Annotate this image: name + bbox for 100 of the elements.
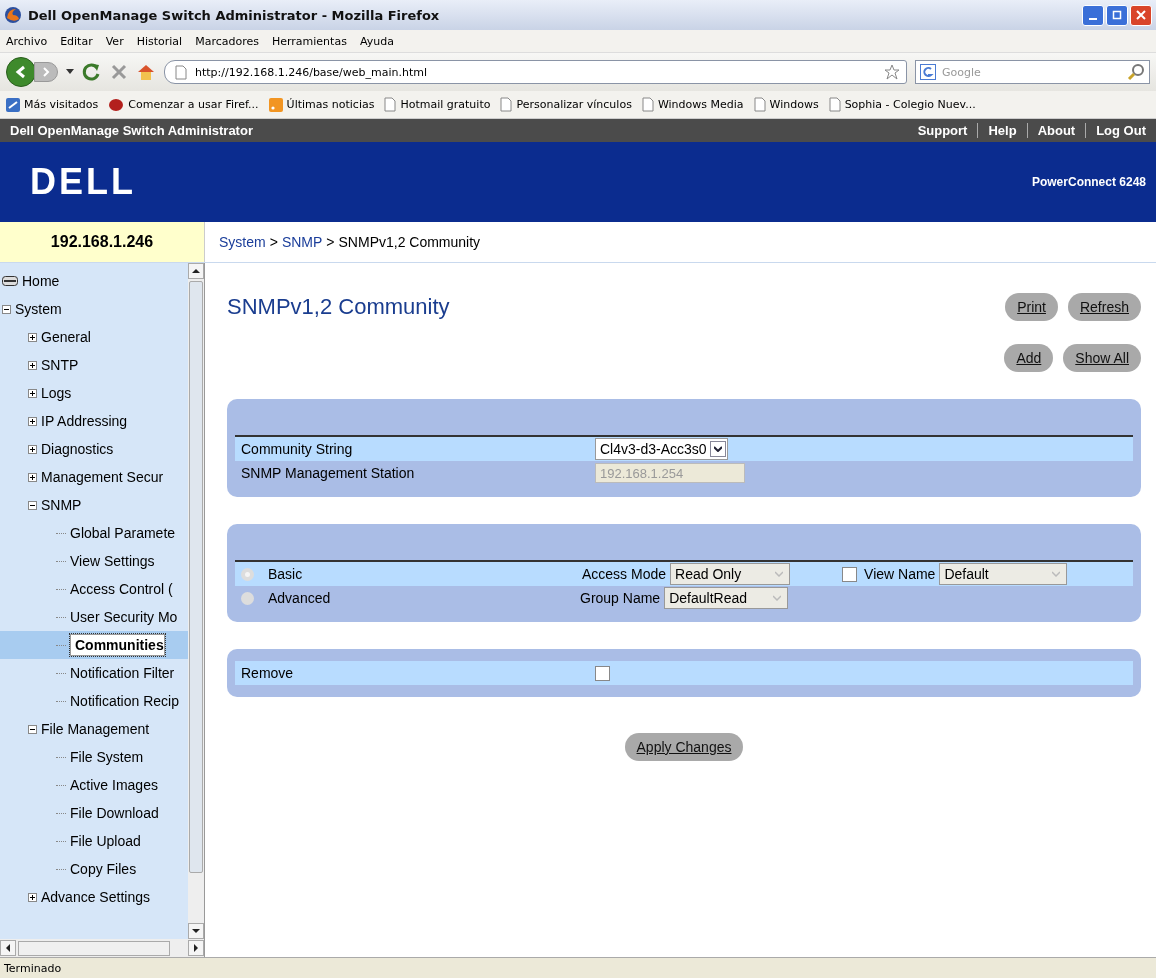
tree-item[interactable]: Advance Settings (41, 889, 150, 905)
tree-item[interactable]: Notification Recip (70, 693, 179, 709)
tree-item[interactable]: Diagnostics (41, 441, 114, 457)
tree-item[interactable]: SNTP (41, 357, 79, 373)
field-label: View Name (864, 566, 936, 582)
tree-toggle-icon[interactable] (28, 444, 37, 454)
radio-button[interactable] (241, 591, 254, 605)
field-label: Group Name (580, 590, 661, 606)
menu-item[interactable]: Historial (136, 34, 183, 48)
back-button[interactable] (6, 57, 36, 87)
vertical-scrollbar[interactable] (188, 263, 204, 939)
header-link[interactable]: Log Out (1085, 123, 1156, 138)
bookmark-link[interactable]: Windows Media (641, 97, 744, 112)
community-string-select[interactable]: Cl4v3-d3-Acc3s0 (595, 438, 728, 460)
scroll-right-icon[interactable] (194, 944, 198, 952)
search-engine-icon[interactable] (920, 64, 936, 80)
page-icon (384, 97, 397, 112)
tree-item[interactable]: File System (70, 749, 144, 765)
bookmark-link[interactable]: Personalizar vínculos (500, 97, 632, 112)
tree-item[interactable]: Notification Filter (70, 665, 175, 681)
scroll-down-icon[interactable] (192, 929, 200, 933)
page-button[interactable]: Add (1004, 344, 1054, 372)
tree-item[interactable]: SNMP (41, 497, 82, 513)
page-button[interactable]: Show All (1063, 344, 1141, 372)
tree-toggle-icon[interactable] (28, 472, 37, 482)
scroll-left-icon[interactable] (6, 944, 10, 952)
page-icon (175, 64, 187, 80)
minimize-icon (1089, 18, 1097, 20)
checkbox[interactable] (842, 566, 858, 582)
tree-item[interactable]: View Settings (70, 553, 155, 569)
page-button[interactable]: Refresh (1067, 293, 1141, 321)
close-button[interactable] (1130, 4, 1152, 26)
close-icon (1136, 10, 1146, 20)
breadcrumb-link[interactable]: SNMP (281, 234, 323, 250)
menu-item[interactable]: Herramientas (271, 34, 347, 48)
tree-item[interactable]: Home (22, 273, 60, 289)
tree-item[interactable]: IP Addressing (41, 413, 128, 429)
group-name-select[interactable]: DefaultRead (664, 587, 789, 609)
bookmark-link[interactable]: Últimas noticias (268, 97, 375, 112)
tree-item[interactable]: Communities (70, 634, 165, 656)
tree-item[interactable]: Management Secur (41, 469, 164, 485)
header-link[interactable]: Help (977, 123, 1027, 138)
access-mode-select[interactable]: Read Only (670, 563, 791, 585)
tree-toggle-icon[interactable] (28, 724, 37, 734)
bookmark-star-icon[interactable] (884, 64, 900, 80)
tree-item[interactable]: File Download (70, 805, 159, 821)
tree-toggle-icon[interactable] (28, 416, 37, 426)
apply-changes-button[interactable]: Apply Changes (624, 733, 744, 761)
menu-item[interactable]: Ver (105, 34, 124, 48)
bookmark-link[interactable]: Comenzar a usar Firef... (108, 97, 259, 112)
tree-item[interactable]: File Management (41, 721, 150, 737)
tree-item[interactable]: Copy Files (70, 861, 137, 877)
scroll-up-icon[interactable] (192, 269, 200, 273)
header-link[interactable]: About (1026, 123, 1086, 138)
page-icon (828, 97, 841, 112)
home-icon (2, 276, 18, 286)
tree-item[interactable]: Global Paramete (70, 525, 176, 541)
bookmark-link[interactable]: Más visitados (6, 97, 99, 112)
bookmark-link[interactable]: Hotmail gratuito (384, 97, 491, 112)
tree-item[interactable]: Access Control ( (70, 581, 173, 597)
current-page-label: SNMPv1,2 Community (338, 234, 481, 250)
page-button[interactable]: Print (1005, 293, 1058, 321)
status-bar: Terminado (0, 957, 1156, 978)
tree-toggle-icon[interactable] (2, 304, 11, 314)
maximize-icon (1112, 10, 1122, 20)
bookmark-link[interactable]: Sophia - Colegio Nuev... (828, 97, 976, 112)
tree-item[interactable]: General (41, 329, 91, 345)
menu-item[interactable]: Ayuda (359, 34, 394, 48)
tree-toggle-icon[interactable] (28, 500, 37, 510)
search-icon[interactable] (1127, 63, 1145, 81)
minimize-button[interactable] (1082, 4, 1104, 26)
menu-item[interactable]: Marcadores (195, 34, 259, 48)
reload-icon[interactable] (82, 62, 102, 82)
home-icon[interactable] (136, 63, 156, 81)
address-field[interactable]: http://192.168.1.246/base/web_main.html (164, 60, 907, 84)
horizontal-scrollbar[interactable] (0, 939, 204, 957)
tree-toggle-icon[interactable] (28, 388, 37, 398)
tree-toggle-icon[interactable] (28, 360, 37, 370)
page-icon (753, 97, 766, 112)
menu-item[interactable]: Editar (60, 34, 93, 48)
menu-item[interactable]: Archivo (6, 34, 48, 48)
breadcrumb-link[interactable]: System (219, 234, 266, 250)
tree-item[interactable]: User Security Mo (70, 609, 178, 625)
page-title: SNMPv1,2 Community (227, 294, 450, 320)
checkbox[interactable] (595, 665, 610, 681)
page-icon (641, 97, 654, 112)
window-title: Dell OpenManage Switch Administrator - Mozilla Firefox (28, 7, 440, 23)
bookmark-link[interactable]: Windows (753, 97, 819, 112)
view-name-select[interactable]: Default (939, 563, 1068, 585)
stop-icon[interactable] (110, 63, 128, 81)
dropdown-arrow-icon[interactable] (66, 69, 74, 75)
maximize-button[interactable] (1106, 4, 1128, 26)
tree-item[interactable]: Logs (41, 385, 72, 401)
tree-toggle-icon[interactable] (28, 892, 37, 902)
tree-item[interactable]: System (15, 301, 62, 317)
tree-toggle-icon[interactable] (28, 332, 37, 342)
tree-item[interactable]: Active Images (70, 777, 158, 793)
tree-item[interactable]: File Upload (70, 833, 141, 849)
header-link[interactable]: Support (907, 123, 978, 138)
radio-button[interactable] (241, 567, 254, 581)
